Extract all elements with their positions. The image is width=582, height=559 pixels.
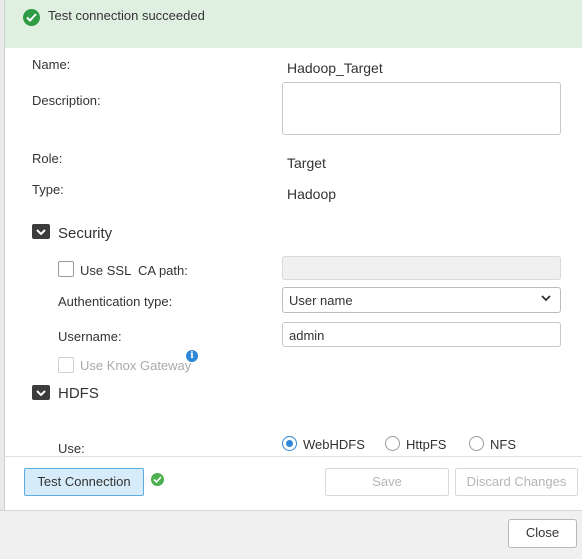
endpoint-dialog: Test connection succeeded Name: Hadoop_T… <box>4 0 582 510</box>
hdfs-section-title: HDFS <box>58 385 99 402</box>
use-knox-checkbox[interactable] <box>58 357 74 373</box>
check-circle-icon <box>151 473 164 486</box>
webhdfs-radio[interactable] <box>282 436 297 451</box>
test-connection-button[interactable]: Test Connection <box>24 468 144 496</box>
description-field[interactable] <box>282 82 561 135</box>
save-button[interactable]: Save <box>325 468 449 496</box>
close-button[interactable]: Close <box>508 519 577 548</box>
auth-type-select[interactable]: User name <box>282 287 561 313</box>
use-knox-label: Use Knox Gateway <box>80 358 192 373</box>
webhdfs-label: WebHDFS <box>303 437 365 452</box>
role-value: Target <box>287 155 326 171</box>
use-ssl-checkbox[interactable] <box>58 261 74 277</box>
info-icon[interactable]: i <box>186 350 198 362</box>
chevron-down-icon <box>541 295 551 302</box>
discard-changes-button[interactable]: Discard Changes <box>455 468 578 496</box>
security-collapse-toggle[interactable] <box>32 224 50 239</box>
username-label: Username: <box>58 329 122 344</box>
type-label: Type: <box>32 182 64 197</box>
name-value: Hadoop_Target <box>287 60 383 76</box>
nfs-label: NFS <box>490 437 516 452</box>
name-label: Name: <box>32 57 71 72</box>
ca-path-input[interactable] <box>282 256 561 280</box>
httpfs-label: HttpFS <box>406 437 447 452</box>
hdfs-use-label: Use: <box>58 441 85 456</box>
auth-type-label: Authentication type: <box>58 294 173 309</box>
use-ssl-label: Use SSL <box>80 263 132 278</box>
username-input[interactable]: admin <box>282 322 561 347</box>
httpfs-radio[interactable] <box>385 436 400 451</box>
banner-message: Test connection succeeded <box>48 8 205 23</box>
success-banner: Test connection succeeded <box>5 0 582 48</box>
type-value: Hadoop <box>287 186 337 202</box>
dialog-bottom-bar: Close <box>0 510 582 559</box>
ca-path-label: CA path: <box>138 263 188 278</box>
auth-type-value: User name <box>289 293 353 308</box>
check-circle-icon <box>23 9 40 26</box>
role-label: Role: <box>32 151 63 166</box>
security-section-title: Security <box>58 225 113 242</box>
nfs-radio[interactable] <box>469 436 484 451</box>
description-label: Description: <box>32 93 101 108</box>
footer-divider <box>5 456 582 457</box>
hdfs-collapse-toggle[interactable] <box>32 385 50 400</box>
